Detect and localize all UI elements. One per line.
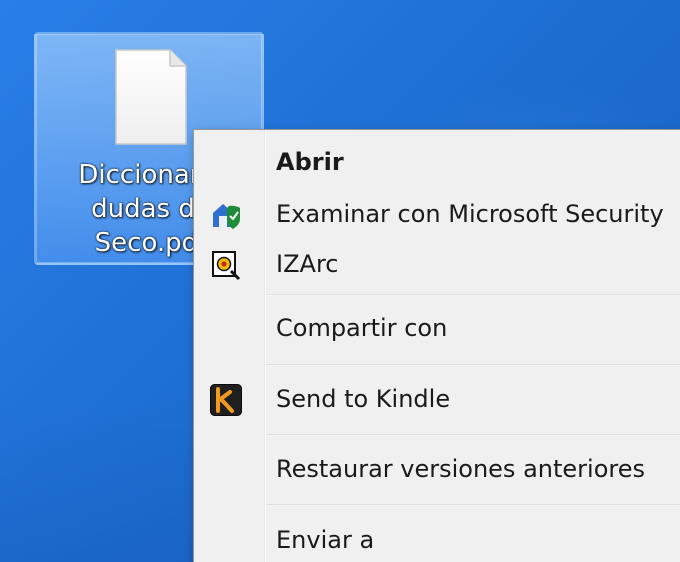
menu-item-label: Examinar con Microsoft Security [276, 200, 664, 228]
menu-item-abrir[interactable]: Abrir [194, 140, 680, 184]
menu-item-microsoft-security[interactable]: Examinar con Microsoft Security [194, 192, 680, 236]
menu-item-restaurar-versiones[interactable]: Restaurar versiones anteriores [194, 447, 680, 491]
menu-item-label: Abrir [276, 148, 344, 176]
kindle-icon [210, 384, 242, 416]
menu-separator [266, 294, 680, 296]
menu-separator [266, 364, 680, 366]
menu-item-label: Restaurar versiones anteriores [276, 455, 645, 483]
menu-item-label: IZArc [276, 250, 339, 278]
document-icon [115, 49, 187, 145]
menu-item-izarc[interactable]: IZArc [194, 242, 680, 286]
menu-item-enviar-a[interactable]: Enviar a [194, 518, 680, 562]
menu-item-label: Send to Kindle [276, 385, 451, 413]
menu-item-label: Compartir con [276, 314, 448, 342]
menu-separator [266, 434, 680, 436]
menu-item-send-to-kindle[interactable]: Send to Kindle [194, 377, 680, 421]
file-context-menu: Abrir Examinar con Microsoft Security IZ… [193, 129, 680, 562]
menu-item-label: Enviar a [276, 526, 375, 554]
izarc-icon [212, 251, 241, 281]
microsoft-security-icon [213, 204, 240, 229]
menu-item-compartir-con[interactable]: Compartir con [194, 306, 680, 350]
menu-separator [266, 504, 680, 506]
